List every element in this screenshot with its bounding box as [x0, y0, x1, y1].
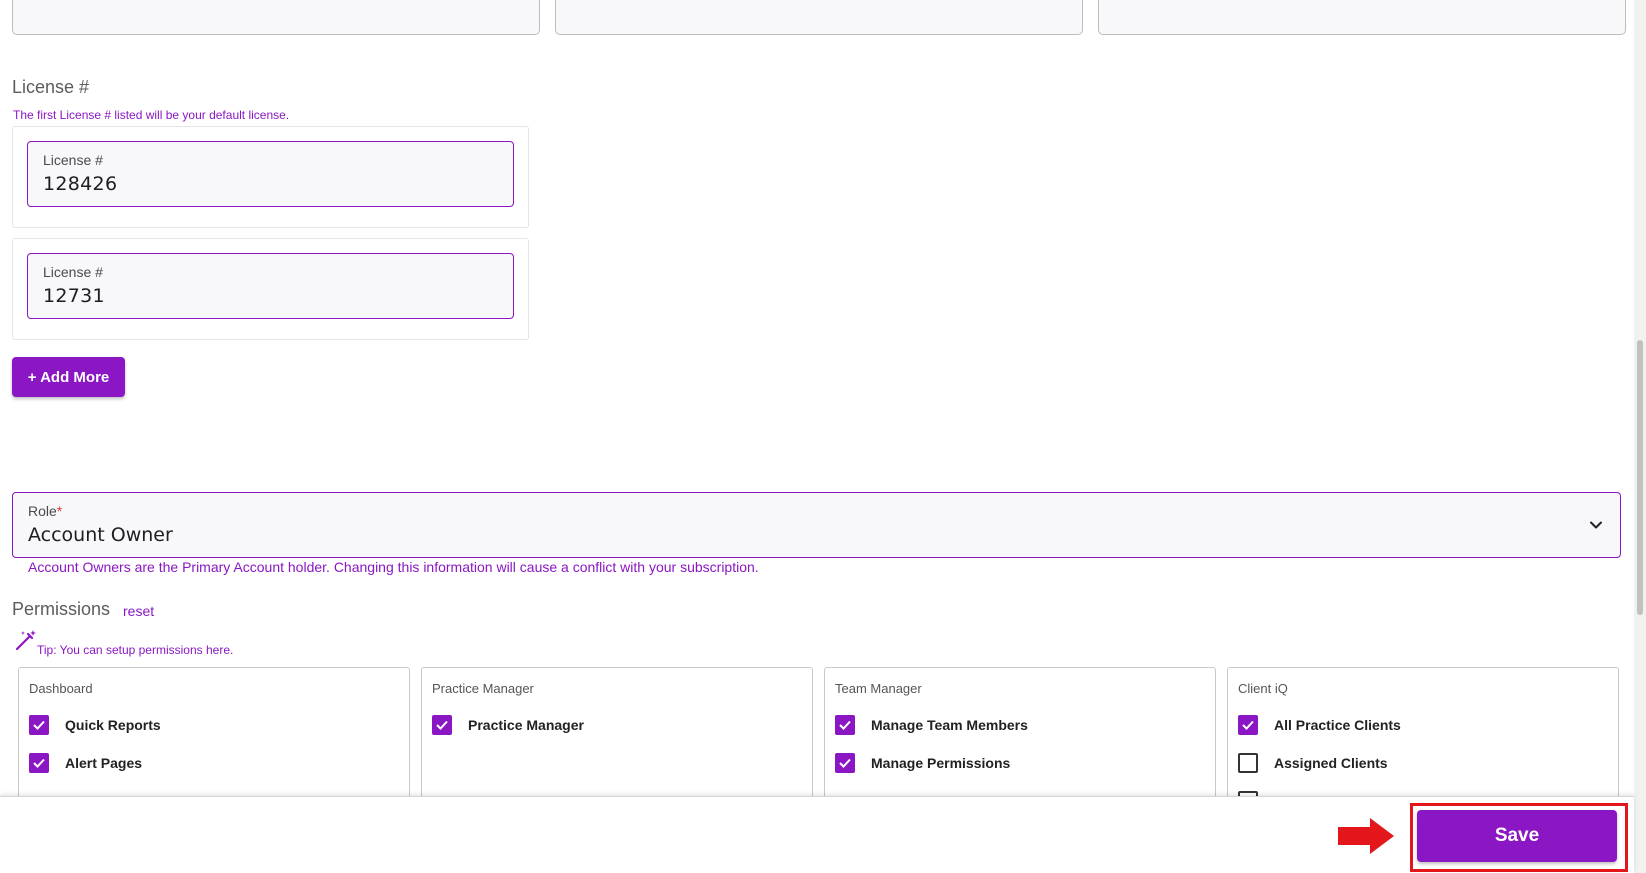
permission-checkbox[interactable]: Practice Manager	[432, 714, 584, 736]
role-note: Account Owners are the Primary Account h…	[28, 559, 759, 575]
checkbox-checked-icon[interactable]	[432, 715, 452, 735]
license-card: License # 12731	[12, 238, 529, 340]
license-input[interactable]: License # 128426	[27, 141, 514, 207]
chevron-down-icon[interactable]	[1586, 515, 1606, 535]
permission-category: Client iQ	[1238, 681, 1288, 696]
license-section-title: License #	[12, 77, 90, 97]
top-field-1[interactable]	[12, 0, 540, 35]
permissions-tip: Tip: You can setup permissions here.	[37, 643, 234, 657]
permission-checkbox[interactable]: Quick Reports	[29, 714, 161, 736]
scrollbar[interactable]	[1634, 0, 1646, 873]
checkbox-checked-icon[interactable]	[1238, 715, 1258, 735]
checkbox-checked-icon[interactable]	[29, 715, 49, 735]
top-field-3[interactable]	[1098, 0, 1626, 35]
permission-checkbox[interactable]: Manage Permissions	[835, 752, 1010, 774]
permission-label: Practice Manager	[468, 717, 584, 733]
check-icon	[436, 720, 448, 730]
checkbox-checked-icon[interactable]	[835, 715, 855, 735]
permission-label: Quick Reports	[65, 717, 161, 733]
check-icon	[839, 720, 851, 730]
arrow-right-icon	[1338, 818, 1394, 854]
permission-group-practice-manager: Practice Manager Practice Manager	[421, 667, 813, 807]
reset-link[interactable]: reset	[123, 603, 154, 619]
checkbox-checked-icon[interactable]	[835, 753, 855, 773]
permission-label: Assigned Clients	[1274, 755, 1388, 771]
permission-category: Practice Manager	[432, 681, 534, 696]
permission-category: Team Manager	[835, 681, 922, 696]
permission-checkbox[interactable]: Manage Team Members	[835, 714, 1028, 736]
save-button[interactable]: Save	[1417, 810, 1617, 862]
check-icon	[1242, 720, 1254, 730]
role-value: Account Owner	[28, 524, 173, 546]
license-input-label: License #	[43, 152, 103, 168]
license-card: License # 128426	[12, 126, 529, 228]
permissions-title: Permissions	[12, 599, 111, 619]
permission-label: All Practice Clients	[1274, 717, 1401, 733]
role-select[interactable]: Role* Account Owner	[12, 492, 1621, 558]
license-input[interactable]: License # 12731	[27, 253, 514, 319]
permission-group-dashboard: Dashboard Quick Reports Alert Pages	[18, 667, 410, 807]
permission-label: Manage Permissions	[871, 755, 1011, 771]
permission-checkbox[interactable]: Alert Pages	[29, 752, 142, 774]
checkbox-checked-icon[interactable]	[29, 753, 49, 773]
scrollbar-thumb[interactable]	[1637, 340, 1643, 615]
permission-checkbox[interactable]: Assigned Clients	[1238, 752, 1388, 774]
permission-label: Manage Team Members	[871, 717, 1028, 733]
required-mark: *	[56, 503, 63, 519]
check-icon	[839, 758, 851, 768]
permission-group-team-manager: Team Manager Manage Team Members Manage …	[824, 667, 1216, 807]
top-field-2[interactable]	[555, 0, 1083, 35]
role-label: Role*	[28, 503, 63, 519]
permission-checkbox[interactable]: All Practice Clients	[1238, 714, 1401, 736]
license-hint: The first License # listed will be your …	[13, 108, 290, 122]
permission-category: Dashboard	[29, 681, 93, 696]
license-input-value[interactable]: 12731	[43, 285, 105, 307]
permission-label: Alert Pages	[65, 755, 143, 771]
license-input-label: License #	[43, 264, 103, 280]
permission-group-client-iq: Client iQ All Practice Clients Assigned …	[1227, 667, 1619, 807]
check-icon	[33, 758, 45, 768]
check-icon	[33, 720, 45, 730]
checkbox-unchecked-icon[interactable]	[1238, 753, 1258, 773]
add-more-button[interactable]: + Add More	[12, 357, 125, 397]
magic-wand-icon	[15, 630, 36, 651]
license-input-value[interactable]: 128426	[43, 173, 117, 195]
